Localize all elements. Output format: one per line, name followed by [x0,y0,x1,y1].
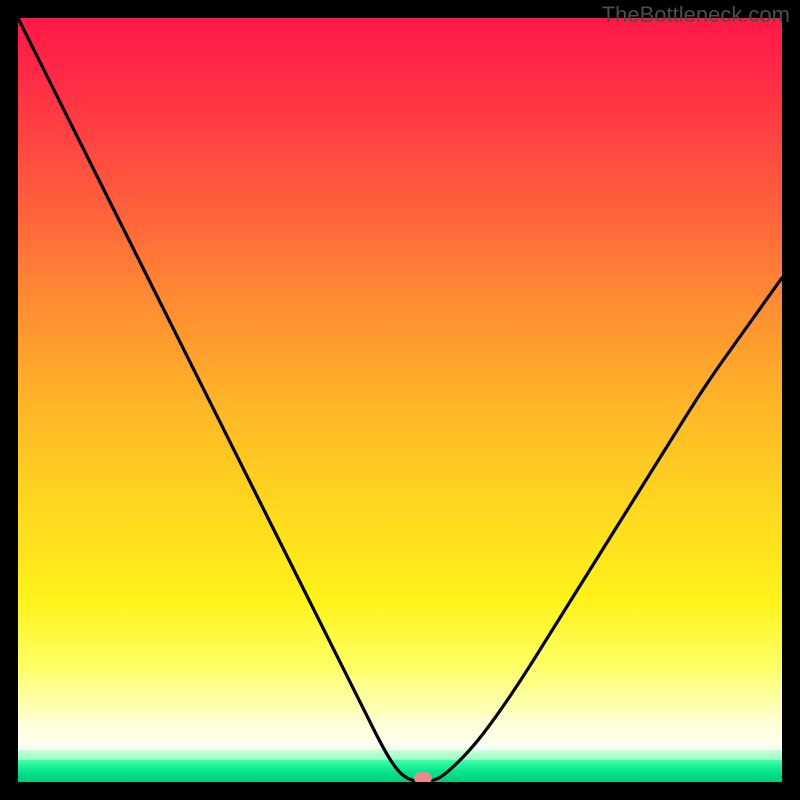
watermark-text: TheBottleneck.com [602,2,790,28]
optimum-marker [414,772,432,782]
bottleneck-curve-path [18,18,782,782]
curve-svg [18,18,782,782]
chart-frame: TheBottleneck.com [0,0,800,800]
plot-area [18,18,782,782]
